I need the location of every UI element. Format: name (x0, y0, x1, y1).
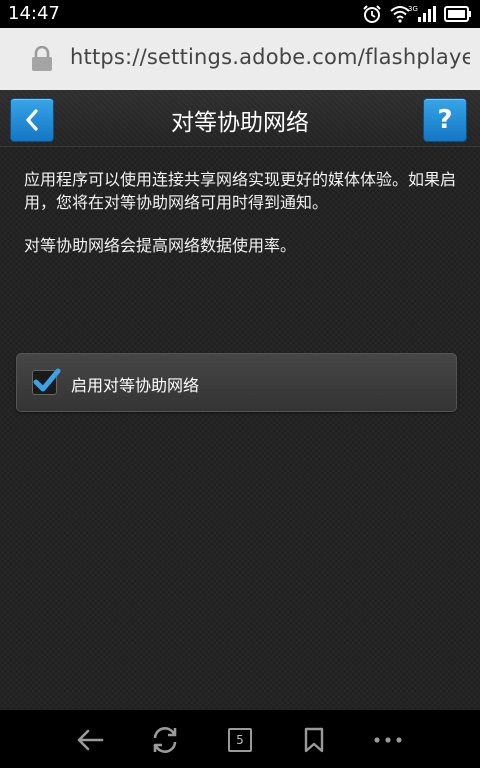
title-bar: 对等协助网络 ? (0, 90, 480, 147)
status-bar: 14:47 3G (0, 0, 480, 28)
wifi-icon (390, 6, 410, 23)
description: 应用程序可以使用连接共享网络实现更好的媒体体验。如果启用，您将在对等协助网络可用… (24, 168, 460, 257)
nav-back-button[interactable] (74, 724, 106, 756)
enable-p2p-label: 启用对等协助网络 (71, 376, 200, 395)
settings-page: 对等协助网络 ? 应用程序可以使用连接共享网络实现更好的媒体体验。如果启用，您将… (0, 90, 480, 710)
url-bar[interactable]: https://settings.adobe.com/flashplaye.. (0, 28, 480, 90)
page-title: 对等协助网络 (171, 110, 309, 136)
status-time: 14:47 (8, 3, 60, 24)
nav-tabs-button[interactable]: 5 (224, 724, 256, 756)
tabs-icon: 5 (228, 728, 252, 752)
browser-nav-bar: 5 (0, 710, 480, 768)
nav-refresh-button[interactable] (149, 724, 181, 756)
alarm-icon (363, 5, 381, 23)
description-paragraph-2: 对等协助网络会提高网络数据使用率。 (24, 236, 297, 255)
enable-p2p-checkbox[interactable] (32, 368, 61, 395)
signal-icon (418, 6, 436, 22)
nav-bookmark-button[interactable] (298, 724, 330, 756)
back-arrow-icon (77, 729, 104, 751)
battery-icon (444, 6, 471, 22)
nav-more-button[interactable] (372, 724, 404, 756)
tab-count: 5 (236, 733, 244, 747)
help-button[interactable]: ? (423, 98, 467, 142)
enable-p2p-option[interactable]: 启用对等协助网络 (16, 353, 457, 412)
description-paragraph-1: 应用程序可以使用连接共享网络实现更好的媒体体验。如果启用，您将在对等协助网络可用… (24, 170, 457, 212)
network-type-label: 3G (408, 5, 418, 13)
more-icon (374, 737, 402, 743)
refresh-icon (153, 727, 177, 753)
help-icon: ? (437, 105, 453, 135)
lock-icon (32, 46, 52, 71)
status-icons: 3G (362, 4, 472, 24)
signal-group: 3G (408, 5, 436, 22)
bookmark-icon (304, 727, 324, 753)
url-text[interactable]: https://settings.adobe.com/flashplaye.. (70, 45, 470, 69)
checkmark-icon (33, 368, 61, 392)
